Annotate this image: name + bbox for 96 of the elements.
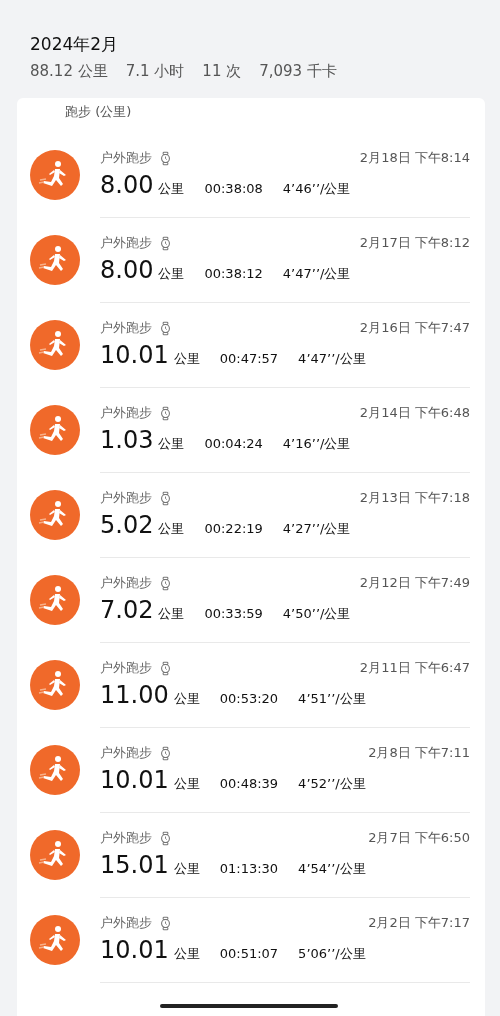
duration-value: 00:47:57	[219, 351, 279, 366]
watch-icon	[160, 490, 171, 506]
runner-icon	[30, 319, 80, 370]
pace-value: 4’50’’/公里	[282, 605, 351, 623]
watch-icon	[160, 575, 171, 591]
activity-row[interactable]: 户外跑步 2月8日 下午7:11 10.01 公里 00:48:39 4’52’’/公里	[17, 727, 485, 812]
activity-row[interactable]: 户外跑步 2月14日 下午6:48 1.03 公里 00:04:24 4’16’’/公里	[17, 387, 485, 472]
watch-icon	[160, 745, 171, 761]
distance-value: 8.00	[100, 171, 154, 199]
activity-row[interactable]: 户外跑步 2月7日 下午6:50 15.01 公里 01:13:30 4’54’’/公里	[17, 812, 485, 897]
distance-value: 15.01	[100, 851, 169, 879]
runner-icon	[30, 489, 80, 540]
activity-type: 户外跑步	[100, 489, 152, 507]
activity-row[interactable]: 户外跑步 2月18日 下午8:14 8.00 公里 00:38:08 4’46’’/公里	[17, 132, 485, 217]
watch-icon	[160, 660, 171, 676]
activity-type: 户外跑步	[100, 659, 152, 677]
distance-unit: 公里	[173, 690, 200, 708]
distance-value: 7.02	[100, 596, 154, 624]
duration-value: 00:53:20	[219, 691, 279, 706]
runner-icon	[30, 829, 80, 880]
watch-icon	[160, 320, 171, 336]
activity-type: 户外跑步	[100, 234, 152, 252]
activity-row[interactable]: 户外跑步 2月2日 下午7:17 10.01 公里 00:51:07 5’06’’/公里	[17, 897, 485, 982]
duration-value: 00:51:07	[219, 946, 279, 961]
duration-value: 00:48:39	[219, 776, 279, 791]
runner-icon	[30, 659, 80, 710]
distance-value: 11.00	[100, 681, 169, 709]
distance-value: 8.00	[100, 256, 154, 284]
activity-date: 2月11日 下午6:47	[359, 659, 470, 677]
activity-type: 户外跑步	[100, 574, 152, 592]
activity-date: 2月8日 下午7:11	[368, 744, 470, 762]
summary-stat: 7.1 小时	[125, 61, 185, 81]
pace-value: 5’06’’/公里	[298, 945, 366, 963]
runner-icon	[30, 404, 80, 455]
pace-value: 4’51’’/公里	[298, 690, 366, 708]
section-label: 跑步 (公里)	[64, 103, 133, 121]
distance-unit: 公里	[173, 350, 200, 368]
activity-date: 2月2日 下午7:17	[368, 914, 470, 932]
activity-date: 2月13日 下午7:18	[359, 489, 470, 507]
distance-value: 1.03	[100, 426, 154, 454]
duration-value: 00:38:08	[204, 181, 263, 196]
distance-unit: 公里	[158, 180, 185, 198]
duration-value: 00:38:12	[204, 266, 263, 281]
month-title: 2024年2月	[30, 33, 120, 55]
summary-stat: 11 次	[202, 61, 242, 81]
distance-value: 10.01	[100, 766, 169, 794]
activity-row[interactable]: 户外跑步 2月16日 下午7:47 10.01 公里 00:47:57 4’47’’/公里	[17, 302, 485, 387]
distance-value: 10.01	[100, 341, 169, 369]
duration-value: 01:13:30	[219, 861, 279, 876]
activity-type: 户外跑步	[100, 914, 152, 932]
activity-type: 户外跑步	[100, 319, 152, 337]
duration-value: 00:33:59	[204, 606, 263, 621]
distance-unit: 公里	[158, 520, 185, 538]
distance-unit: 公里	[158, 435, 185, 453]
watch-icon	[160, 405, 171, 421]
activity-row[interactable]: 户外跑步 2月12日 下午7:49 7.02 公里 00:33:59 4’50’’/公里	[17, 557, 485, 642]
activity-type: 户外跑步	[100, 829, 152, 847]
pace-value: 4’52’’/公里	[298, 775, 366, 793]
pace-value: 4’47’’/公里	[298, 350, 366, 368]
pace-value: 4’46’’/公里	[282, 180, 351, 198]
activity-type: 户外跑步	[100, 744, 152, 762]
distance-value: 10.01	[100, 936, 169, 964]
watch-icon	[160, 915, 171, 931]
distance-unit: 公里	[173, 945, 200, 963]
activity-date: 2月18日 下午8:14	[359, 149, 470, 167]
duration-value: 00:22:19	[204, 521, 263, 536]
duration-value: 00:04:24	[204, 436, 263, 451]
summary-stat: 7,093 千卡	[259, 61, 337, 81]
runner-icon	[30, 744, 80, 795]
distance-unit: 公里	[158, 265, 185, 283]
pace-value: 4’47’’/公里	[282, 265, 351, 283]
runner-icon	[30, 234, 80, 285]
activity-row[interactable]: 户外跑步 2月11日 下午6:47 11.00 公里 00:53:20 4’51’’/公里	[17, 642, 485, 727]
runner-icon	[30, 574, 80, 625]
runner-icon	[30, 914, 80, 965]
summary-stat: 88.12 公里	[30, 61, 108, 81]
distance-unit: 公里	[158, 605, 185, 623]
watch-icon	[160, 150, 171, 166]
distance-value: 5.02	[100, 511, 154, 539]
runner-icon	[30, 149, 80, 200]
activity-date: 2月12日 下午7:49	[359, 574, 470, 592]
pace-value: 4’27’’/公里	[282, 520, 351, 538]
activity-row[interactable]: 户外跑步 2月17日 下午8:12 8.00 公里 00:38:12 4’47’’/公里	[17, 217, 485, 302]
activity-date: 2月17日 下午8:12	[359, 234, 470, 252]
distance-unit: 公里	[173, 775, 200, 793]
distance-unit: 公里	[173, 860, 200, 878]
activity-type: 户外跑步	[100, 404, 152, 422]
pace-value: 4’54’’/公里	[298, 860, 366, 878]
activity-date: 2月7日 下午6:50	[368, 829, 470, 847]
watch-icon	[160, 235, 171, 251]
watch-icon	[160, 830, 171, 846]
activity-date: 2月16日 下午7:47	[359, 319, 470, 337]
activity-type: 户外跑步	[100, 149, 152, 167]
activity-date: 2月14日 下午6:48	[359, 404, 470, 422]
activity-row[interactable]: 户外跑步 2月13日 下午7:18 5.02 公里 00:22:19 4’27’’/公里	[17, 472, 485, 557]
pace-value: 4’16’’/公里	[282, 435, 351, 453]
